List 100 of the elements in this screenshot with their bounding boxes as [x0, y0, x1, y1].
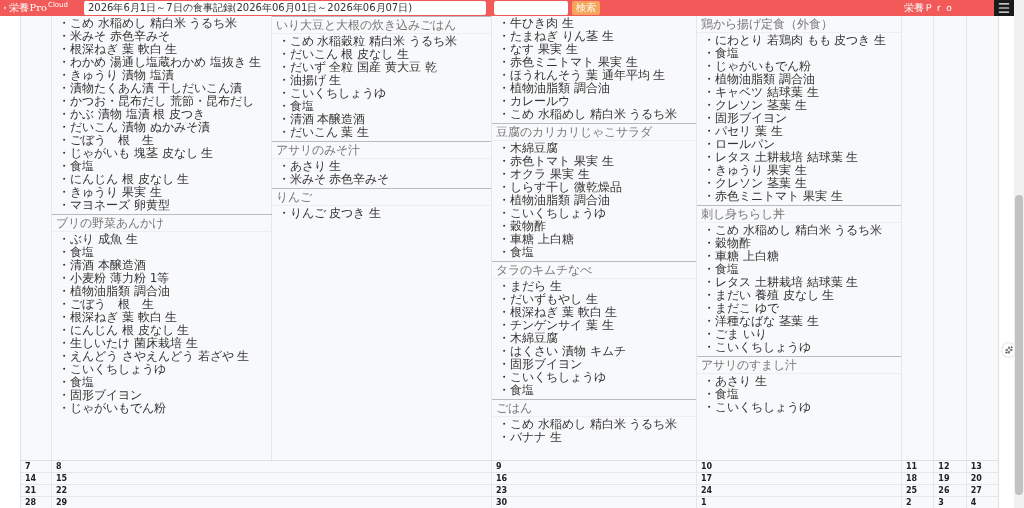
- calendar-day[interactable]: 23: [491, 485, 696, 496]
- calendar-day[interactable]: 16: [491, 473, 696, 484]
- day-number: 10: [701, 461, 713, 472]
- ingredient: ・穀物酢: [703, 237, 752, 250]
- ingredient: ・植物油脂類 調合油: [498, 82, 611, 95]
- logo-text: 栄養Pro: [9, 2, 47, 14]
- ingredient: ・にわとり 若鶏肉 もも 皮つき 生: [703, 34, 888, 47]
- brand-name: 栄養Ｐｒｏ: [904, 1, 954, 15]
- calendar-day[interactable]: 17: [696, 473, 901, 484]
- ingredient: ・食塩: [703, 47, 740, 60]
- calendar-day[interactable]: 1: [696, 497, 901, 508]
- sparkle-icon: [1005, 346, 1013, 354]
- ingredient: ・食塩: [498, 246, 535, 259]
- ingredient: ・食塩: [703, 263, 740, 276]
- ingredient: ・食塩: [277, 100, 315, 113]
- search-field[interactable]: 2026年6月1日～7日の食事記録(2026年06月01日～2026年06月07日): [84, 1, 486, 15]
- calendar-day[interactable]: 24: [696, 485, 901, 496]
- calendar-day[interactable]: 27: [965, 485, 998, 496]
- calendar-day[interactable]: 25: [901, 485, 934, 496]
- ingredient: ・米みそ 赤色辛みそ: [58, 30, 171, 43]
- day-number: 18: [906, 473, 918, 484]
- scrollbar[interactable]: [1014, 0, 1024, 508]
- calendar-day[interactable]: 11: [901, 461, 934, 472]
- calendar-day[interactable]: 7: [21, 461, 51, 472]
- ingredient: ・だいずもやし 生: [498, 293, 599, 306]
- scrollbar-thumb[interactable]: [1015, 195, 1023, 495]
- meal-title: いり大豆と大根の炊き込みごはん: [271, 17, 491, 34]
- ingredient: ・たまねぎ りん茎 生: [498, 30, 615, 43]
- ingredient: ・こいくちしょうゆ: [703, 341, 812, 354]
- ingredient: ・だいこん 漬物 ぬかみそ漬: [58, 121, 211, 134]
- ingredient: ・だいこん 根 皮なし 生: [277, 48, 409, 61]
- day-number: 24: [701, 485, 713, 496]
- ingredient: ・根深ねぎ 葉 軟白 生: [498, 306, 619, 319]
- ingredient: ・キャベツ 結球葉 生: [703, 86, 820, 99]
- ingredient: ・こめ 水稲めし 精白米 うるち米: [498, 108, 679, 121]
- ingredient: ・根深ねぎ 葉 軟白 生: [58, 43, 179, 56]
- ingredient: ・バナナ 生: [498, 431, 563, 444]
- day-number: 12: [938, 461, 950, 472]
- ingredient: ・植物油脂類 調合油: [703, 73, 816, 86]
- calendar-day[interactable]: 29: [51, 497, 491, 508]
- calendar-day[interactable]: 2: [901, 497, 934, 508]
- menu-button[interactable]: [994, 0, 1014, 16]
- ingredient: ・植物油脂類 調合油: [58, 285, 171, 298]
- ingredient: ・生しいたけ 菌床栽培 生: [58, 337, 198, 350]
- ingredient: ・にんじん 根 皮なし 生: [58, 324, 190, 337]
- calendar-day[interactable]: 15: [51, 473, 491, 484]
- ingredient: ・固形ブイヨン: [703, 112, 788, 125]
- calendar-day[interactable]: 14: [21, 473, 51, 484]
- ingredient: ・じゃがいもでん粉: [703, 60, 812, 73]
- menu-icon: [997, 1, 1011, 15]
- ingredient: ・食塩: [58, 160, 95, 173]
- ingredient: ・小麦粉 薄力粉 1等: [58, 272, 171, 285]
- ingredient: ・洋種なばな 茎葉 生: [703, 315, 820, 328]
- meal-title: アサリのすまし汁: [697, 357, 901, 374]
- ingredient: ・食塩: [498, 384, 535, 397]
- day-number: 30: [496, 497, 508, 508]
- calendar-day[interactable]: 18: [901, 473, 934, 484]
- ingredient: ・マヨネーズ 卵黄型: [58, 199, 171, 212]
- day-number: 2: [906, 497, 912, 508]
- meal-title: タラのキムチなべ: [492, 262, 696, 279]
- calendar-day[interactable]: 22: [51, 485, 491, 496]
- ingredient: ・木綿豆腐: [498, 332, 559, 345]
- calendar-day[interactable]: 4: [965, 497, 998, 508]
- calendar-day[interactable]: 3: [933, 497, 966, 508]
- day-number: 11: [906, 461, 918, 472]
- day-number: 8: [56, 461, 62, 472]
- ingredient: ・レタス 土耕栽培 結球葉 生: [703, 151, 860, 164]
- ingredient: ・まだら 生: [498, 280, 563, 293]
- calendar-day[interactable]: 21: [21, 485, 51, 496]
- day-number: 7: [25, 461, 31, 472]
- text-field[interactable]: [494, 1, 568, 15]
- calendar-day[interactable]: 9: [491, 461, 696, 472]
- ingredient: ・油揚げ 生: [277, 74, 343, 87]
- ingredient: ・わかめ 湯通し塩蔵わかめ 塩抜き 生: [58, 56, 263, 69]
- day-number: 13: [970, 461, 982, 472]
- ingredient: ・清酒 本醸造酒: [58, 259, 147, 272]
- calendar-day[interactable]: 12: [933, 461, 966, 472]
- meal-title: ごはん: [492, 400, 696, 417]
- ingredient: ・赤色トマト 果実 生: [498, 155, 615, 168]
- calendar-day[interactable]: 13: [965, 461, 998, 472]
- ingredient: ・こめ 水稲めし 精白米 うるち米: [703, 224, 884, 237]
- ingredient: ・こいくちしょうゆ: [277, 87, 387, 100]
- calendar-day[interactable]: 20: [965, 473, 998, 484]
- meal-title: 鶏から揚げ定食（外食）: [697, 16, 901, 33]
- meal-title: アサリのみそ汁: [271, 142, 491, 159]
- calendar-day[interactable]: 19: [933, 473, 966, 484]
- day-number: 21: [25, 485, 37, 496]
- ingredient: ・木綿豆腐: [498, 142, 559, 155]
- calendar-day[interactable]: 26: [933, 485, 966, 496]
- meal-title: りんご: [271, 189, 491, 206]
- ingredient: ・チンゲンサイ 葉 生: [498, 319, 615, 332]
- calendar-day[interactable]: 30: [491, 497, 696, 508]
- day-number: 3: [938, 497, 944, 508]
- calendar-day[interactable]: 28: [21, 497, 51, 508]
- calendar-day[interactable]: 10: [696, 461, 901, 472]
- ingredient: ・こめ 水稲めし 精白米 うるち米: [58, 17, 239, 30]
- meal-title: 豆腐のカリカリじゃこサラダ: [492, 124, 696, 141]
- ingredient: ・クレソン 茎葉 生: [703, 99, 808, 112]
- ingredient: ・こいくちしょうゆ: [58, 363, 167, 376]
- calendar-day[interactable]: 8: [51, 461, 491, 472]
